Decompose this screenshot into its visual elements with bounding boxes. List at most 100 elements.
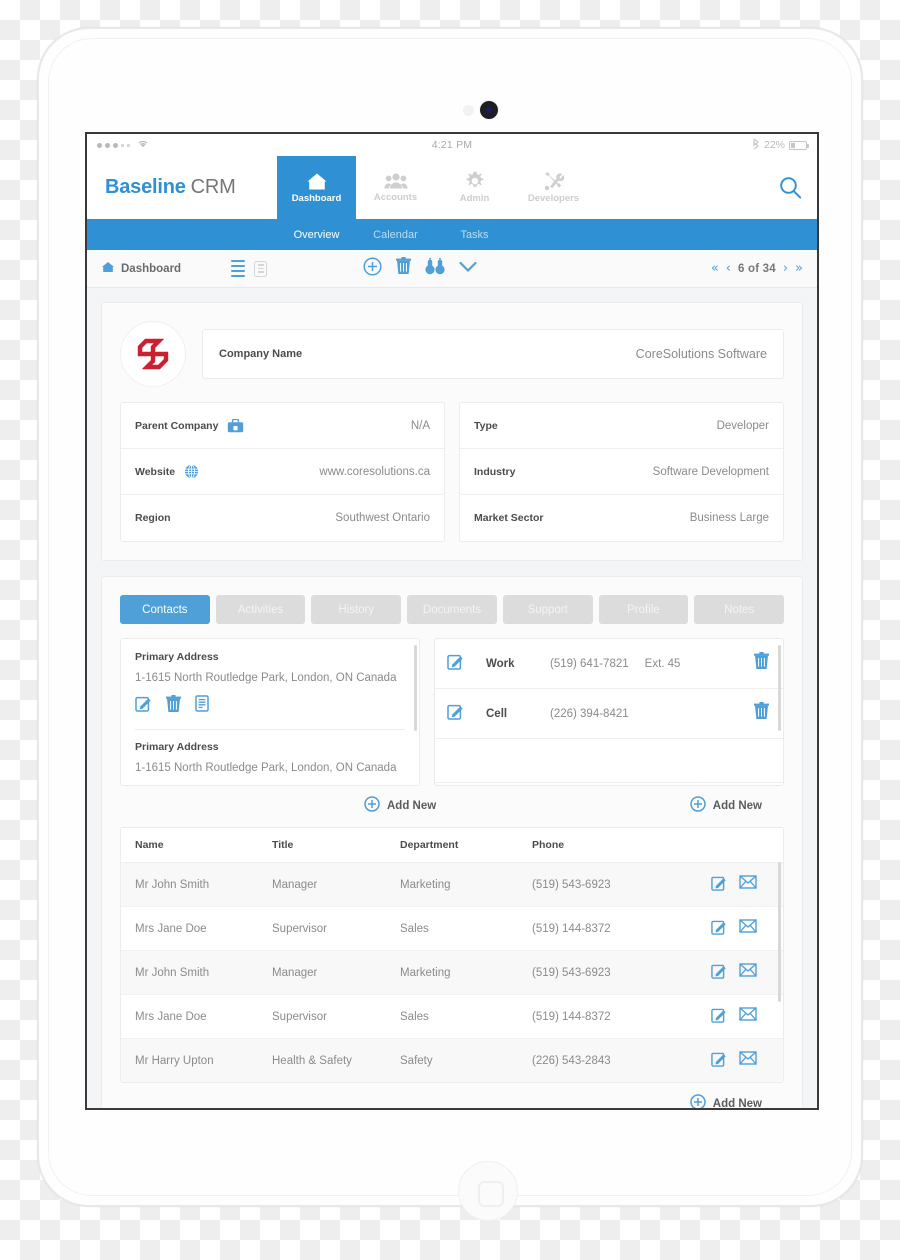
trash-icon[interactable]	[754, 702, 769, 725]
table-row[interactable]: Mrs Jane Doe Supervisor Sales (519) 144-…	[121, 906, 783, 951]
trash-icon[interactable]	[166, 695, 181, 718]
mail-icon[interactable]	[739, 1051, 757, 1070]
phone-type: Work	[486, 657, 515, 670]
home-button[interactable]	[458, 1161, 518, 1221]
cell-title: Manager	[258, 950, 386, 995]
search-icon[interactable]	[763, 156, 817, 219]
field-industry[interactable]: Industry Software Development	[460, 449, 783, 495]
cell-name: Mrs Jane Doe	[121, 994, 258, 1039]
mail-icon[interactable]	[739, 1007, 757, 1026]
trash-icon[interactable]	[754, 652, 769, 675]
mail-icon[interactable]	[739, 963, 757, 982]
document-icon[interactable]	[195, 695, 209, 718]
edit-icon[interactable]	[447, 653, 464, 675]
table-row[interactable]: Mr John Smith Manager Marketing (519) 54…	[121, 950, 783, 995]
plus-circle-icon	[690, 1094, 706, 1108]
table-row[interactable]: Mrs Jane Doe Supervisor Sales (519) 144-…	[121, 994, 783, 1039]
briefcase-icon[interactable]	[227, 418, 244, 433]
addresses-card: Primary Address 1-1615 North Routledge P…	[120, 638, 420, 786]
delete-record-button[interactable]	[396, 257, 411, 280]
first-page-icon[interactable]: «	[711, 262, 719, 275]
cell-title: Supervisor	[258, 994, 386, 1039]
contacts-table-scrollbar[interactable]	[778, 862, 781, 1002]
tab-notes[interactable]: Notes	[694, 595, 785, 624]
last-page-icon[interactable]: »	[795, 262, 803, 275]
column-header-department[interactable]: Department	[386, 828, 518, 863]
phone-row[interactable]: Cell (226) 394-8421	[435, 689, 783, 739]
field-website[interactable]: Website www.coresolutions.ca	[121, 449, 444, 495]
cell-department: Sales	[386, 906, 518, 951]
table-row[interactable]: Mr Harry Upton Health & Safety Safety (2…	[121, 1038, 783, 1082]
cell-department: Sales	[386, 994, 518, 1039]
page-counter: 6 of 34	[737, 262, 776, 275]
edit-icon[interactable]	[447, 703, 464, 725]
phone-type: Cell	[486, 707, 508, 720]
tab-profile[interactable]: Profile	[598, 595, 689, 624]
add-new-address-button[interactable]: Add New	[364, 796, 436, 815]
next-page-icon[interactable]: ›	[783, 262, 788, 275]
subtab-overview[interactable]: Overview	[277, 229, 356, 241]
cell-phone: (519) 543-6923	[518, 862, 691, 907]
edit-icon[interactable]	[135, 695, 152, 718]
company-left-fields: Parent Company N/A Website www.coresolut…	[120, 402, 445, 542]
address-line: 1-1615 North Routledge Park, London, ON …	[135, 762, 397, 774]
cell-title: Manager	[258, 862, 386, 907]
field-market-sector[interactable]: Market Sector Business Large	[460, 495, 783, 541]
field-region[interactable]: Region Southwest Ontario	[121, 495, 444, 541]
mail-icon[interactable]	[739, 919, 757, 938]
phones-scrollbar[interactable]	[778, 645, 781, 731]
field-type[interactable]: Type Developer	[460, 403, 783, 449]
add-new-phone-button[interactable]: Add New	[690, 796, 762, 815]
bluetooth-icon	[752, 138, 760, 153]
tab-contacts[interactable]: Contacts	[120, 595, 210, 624]
column-header-phone[interactable]: Phone	[518, 828, 691, 863]
edit-icon[interactable]	[711, 1051, 727, 1070]
device-screen: 4:21 PM 22% Baseline CRM Dashboard Accou…	[85, 132, 819, 1110]
nav-item-accounts[interactable]: Accounts	[356, 156, 435, 219]
edit-icon[interactable]	[711, 875, 727, 894]
plus-circle-icon	[364, 796, 380, 815]
field-parent-company[interactable]: Parent Company N/A	[121, 403, 444, 449]
edit-icon[interactable]	[711, 1007, 727, 1026]
find-record-button[interactable]	[425, 257, 445, 280]
add-new-label: Add New	[712, 799, 762, 812]
column-header-name[interactable]: Name	[121, 828, 258, 863]
breadcrumb[interactable]: Dashboard	[101, 261, 231, 276]
column-header-actions	[691, 828, 783, 863]
company-name-label: Company Name	[219, 348, 303, 360]
prev-page-icon[interactable]: ‹	[726, 262, 731, 275]
column-header-title[interactable]: Title	[258, 828, 386, 863]
cell-title: Supervisor	[258, 906, 386, 951]
more-actions-button[interactable]	[459, 260, 477, 278]
company-name-field[interactable]: Company Name CoreSolutions Software	[202, 329, 784, 379]
edit-icon[interactable]	[711, 919, 727, 938]
brand-name-bold: Baseline	[105, 176, 186, 198]
address-title: Primary Address	[135, 741, 219, 753]
subtab-calendar[interactable]: Calendar	[356, 229, 435, 241]
edit-icon[interactable]	[711, 963, 727, 982]
tab-support[interactable]: Support	[502, 595, 593, 624]
table-row[interactable]: Mr John Smith Manager Marketing (519) 54…	[121, 862, 783, 907]
subtab-tasks[interactable]: Tasks	[435, 229, 514, 241]
mail-icon[interactable]	[739, 875, 757, 894]
addresses-scrollbar[interactable]	[414, 645, 417, 731]
tab-activities[interactable]: Activities	[215, 595, 306, 624]
home-icon	[101, 261, 115, 276]
tab-documents[interactable]: Documents	[407, 595, 497, 624]
tab-history[interactable]: History	[311, 595, 402, 624]
nav-item-developers[interactable]: Developers	[514, 156, 593, 219]
add-record-button[interactable]	[363, 256, 382, 281]
add-new-contact-button[interactable]: Add New	[690, 1094, 762, 1108]
company-info-panel: Company Name CoreSolutions Software Pare…	[101, 302, 803, 561]
nav-item-dashboard[interactable]: Dashboard	[277, 156, 356, 219]
phone-row[interactable]: Work (519) 641-7821 Ext. 45	[435, 639, 783, 689]
globe-icon[interactable]	[184, 464, 199, 479]
nav-item-label: Dashboard	[291, 192, 342, 204]
nav-item-label: Developers	[527, 193, 580, 204]
nav-item-admin[interactable]: Admin	[435, 156, 514, 219]
cell-phone: (519) 144-8372	[518, 906, 691, 951]
list-view-icon[interactable]	[231, 259, 245, 278]
card-view-icon[interactable]	[254, 260, 267, 277]
cell-department: Marketing	[386, 862, 518, 907]
company-right-fields: Type Developer Industry Software Develop…	[459, 402, 784, 542]
